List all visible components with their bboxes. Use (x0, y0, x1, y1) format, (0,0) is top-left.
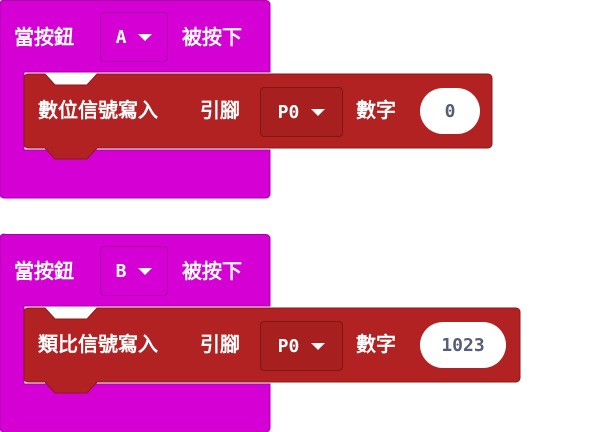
button-value: A (115, 26, 127, 48)
statement-label: 類比信號寫入 (38, 332, 158, 356)
value-input[interactable]: 1023 (420, 322, 506, 368)
chevron-down-icon (311, 108, 326, 116)
chevron-down-icon (138, 33, 153, 41)
chevron-down-icon (138, 267, 153, 275)
value-label: 數字 (356, 332, 396, 356)
pin-label: 引腳 (200, 98, 240, 122)
event-label-suffix: 被按下 (182, 259, 242, 283)
statement-label: 數位信號寫入 (38, 98, 158, 122)
pin-dropdown[interactable]: P0 (260, 321, 343, 371)
event-label-suffix: 被按下 (182, 25, 242, 49)
value-input[interactable]: 0 (420, 88, 480, 134)
pin-value: P0 (277, 101, 300, 123)
button-value: B (115, 260, 127, 282)
pin-value: P0 (277, 335, 300, 357)
chevron-down-icon (311, 342, 326, 350)
event-label-prefix: 當按鈕 (14, 259, 74, 283)
pin-dropdown[interactable]: P0 (260, 87, 343, 137)
value-label: 數字 (356, 98, 396, 122)
pin-label: 引腳 (200, 332, 240, 356)
button-dropdown[interactable]: A (100, 12, 168, 62)
event-label-prefix: 當按鈕 (14, 25, 74, 49)
button-dropdown[interactable]: B (100, 246, 168, 296)
